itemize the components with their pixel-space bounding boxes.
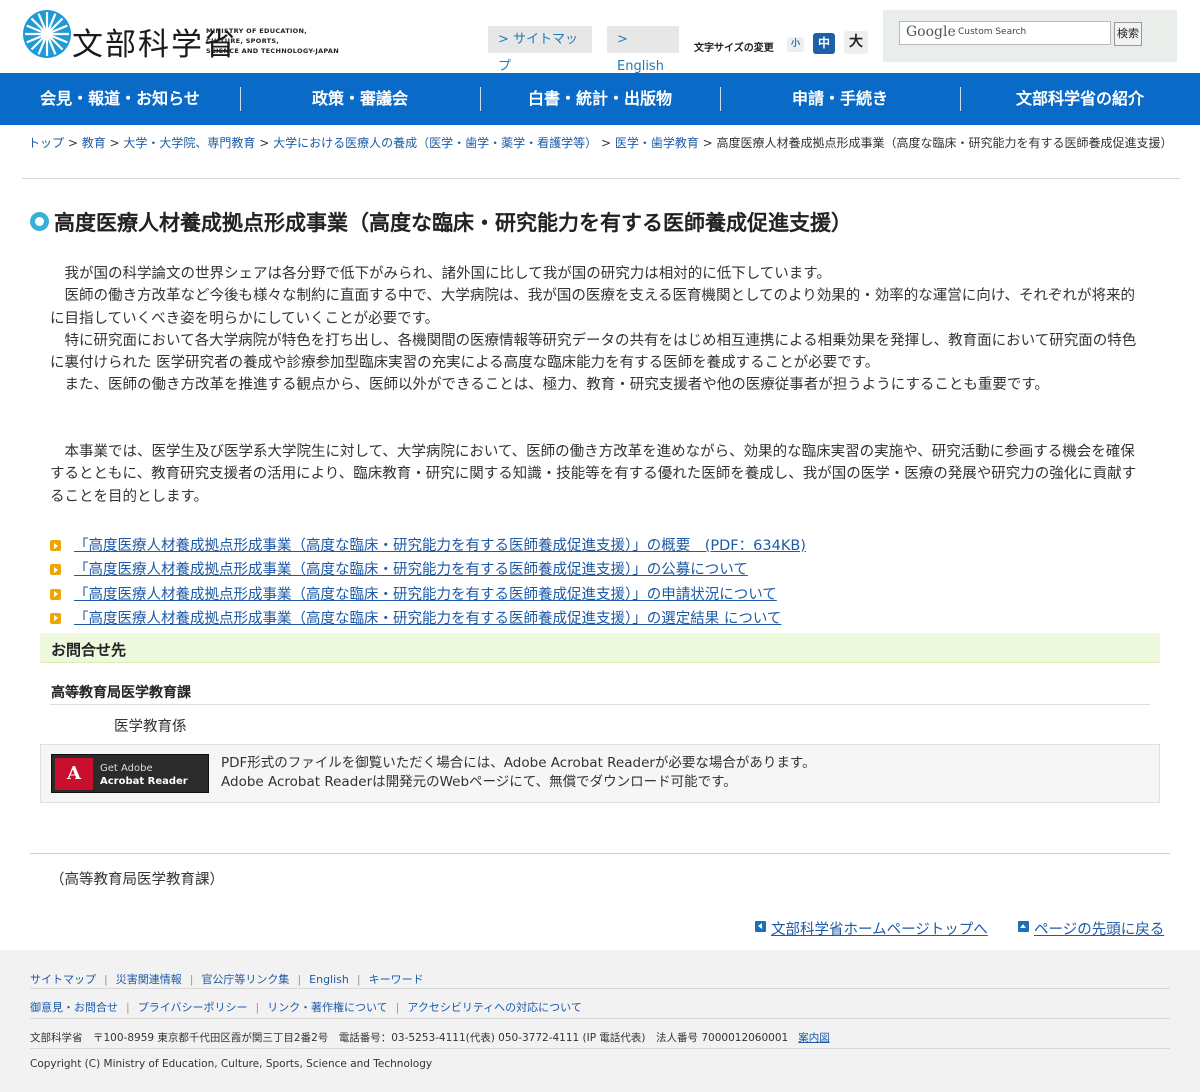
link-arrow-icon <box>50 564 61 576</box>
adobe-acrobat-icon: A <box>55 758 93 790</box>
contact-heading-text: お問合せ先 <box>51 641 127 659</box>
page-title: 高度医療人材養成拠点形成事業（高度な臨床・研究能力を有する医師養成促進支援） <box>54 211 852 235</box>
logo-emblem-icon <box>23 10 71 58</box>
acrobat-badge-line2: Acrobat Reader <box>100 776 188 787</box>
breadcrumb-link-medical-education[interactable]: 医学・歯学教育 <box>615 136 699 150</box>
acrobat-badge-line1: Get Adobe <box>100 763 153 774</box>
footer-link-sitemap[interactable]: サイトマップ <box>30 973 96 986</box>
font-size-small-button[interactable]: 小 <box>787 37 804 52</box>
related-links: 「高度医療人材養成拠点形成事業（高度な臨床・研究能力を有する医師養成促進支援）」… <box>50 533 1150 630</box>
acrobat-notice-line: Adobe Acrobat Readerは開発元のWebページにて、無償でダウン… <box>221 774 737 790</box>
breadcrumb-separator: > <box>597 136 615 150</box>
footer-divider <box>30 1048 1170 1049</box>
list-item: 「高度医療人材養成拠点形成事業（高度な臨床・研究能力を有する医師養成促進支援）」… <box>50 533 1150 557</box>
footer-link-copyright[interactable]: リンク・著作権について <box>267 1001 387 1014</box>
footer-link-map[interactable]: 案内図 <box>798 1032 830 1044</box>
footer-address: 文部科学省 〒100-8959 東京都千代田区霞が関三丁目2番2号 電話番号：0… <box>30 1030 830 1045</box>
link-overview-pdf[interactable]: 「高度医療人材養成拠点形成事業（高度な臨床・研究能力を有する医師養成促進支援）」… <box>74 534 806 555</box>
nav-item-press[interactable]: 会見・報道・お知らせ <box>0 73 240 125</box>
google-logo: Google <box>906 24 956 40</box>
ministry-logo[interactable]: 文部科学省 MINISTRY OF EDUCATION, CULTURE, SP… <box>20 6 340 63</box>
link-arrow-icon <box>50 540 61 551</box>
custom-search-label: Custom Search <box>958 27 1027 37</box>
breadcrumb-separator: > <box>698 136 717 150</box>
page-top-link[interactable]: ページの先頭に戻る <box>1034 918 1164 939</box>
intro-paragraph: 我が国の科学論文の世界シェアは各分野で低下がみられ、諸外国に比して我が国の研究力… <box>50 263 1140 397</box>
list-item: 「高度医療人材養成拠点形成事業（高度な臨床・研究能力を有する医師養成促進支援）」… <box>50 557 1150 581</box>
global-nav: 会見・報道・お知らせ 政策・審議会 白書・統計・出版物 申請・手続き 文部科学省… <box>0 73 1200 125</box>
search-button[interactable]: 検索 <box>1114 22 1142 46</box>
site-search: Google Custom Search 検索 <box>883 10 1177 62</box>
nav-item-about[interactable]: 文部科学省の紹介 <box>960 73 1200 125</box>
list-item: 「高度医療人材養成拠点形成事業（高度な臨床・研究能力を有する医師養成促進支援）」… <box>50 606 1150 630</box>
breadcrumb-link-top[interactable]: トップ <box>28 136 64 150</box>
logo-en-line: CULTURE, SPORTS, <box>206 37 280 45</box>
search-input[interactable]: Google Custom Search <box>899 21 1111 45</box>
nav-item-applications[interactable]: 申請・手続き <box>720 73 960 125</box>
intro-line: 医師の働き方改革など今後も様々な制約に直面する中で、大学病院は、我が国の医療を支… <box>50 288 1136 327</box>
footer-link-keyword[interactable]: キーワード <box>369 973 424 986</box>
footer-link-accessibility[interactable]: アクセシビリティへの対応について <box>407 1001 581 1014</box>
copyright: Copyright (C) Ministry of Education, Cul… <box>30 1058 433 1070</box>
footer-link-gov-links[interactable]: 官公庁等リンク集 <box>201 973 289 986</box>
up-arrow-icon <box>1018 921 1029 932</box>
acrobat-notice: A Get Adobe Acrobat Reader PDF形式のファイルを御覧… <box>40 744 1160 803</box>
nav-item-publications[interactable]: 白書・統計・出版物 <box>480 73 720 125</box>
site-header: 文部科学省 MINISTRY OF EDUCATION, CULTURE, SP… <box>0 0 1200 74</box>
link-arrow-icon <box>50 612 61 624</box>
home-top-link[interactable]: 文部科学省ホームページトップへ <box>771 918 988 939</box>
font-size-large-button[interactable]: 大 <box>844 31 868 54</box>
footer-divider <box>30 988 1170 989</box>
breadcrumb-link-university[interactable]: 大学・大学院、専門教育 <box>123 136 255 150</box>
title-bullet-icon <box>30 212 49 231</box>
contact-divider <box>50 704 1150 705</box>
font-size-label: 文字サイズの変更 <box>694 43 774 54</box>
link-application-status[interactable]: 「高度医療人材養成拠点形成事業（高度な臨床・研究能力を有する医師養成促進支援）」… <box>74 583 777 604</box>
nav-item-policy[interactable]: 政策・審議会 <box>240 73 480 125</box>
intro-line: 特に研究面において各大学病院が特色を打ち出し、各機関間の医療情報等研究データの共… <box>50 332 1137 372</box>
breadcrumb-separator: > <box>105 136 124 150</box>
bureau-note: （高等教育局医学教育課） <box>50 872 224 888</box>
back-arrow-icon <box>755 921 766 932</box>
breadcrumb-link-education[interactable]: 教育 <box>82 136 106 150</box>
english-button[interactable]: > English <box>607 26 679 74</box>
acrobat-notice-line: PDF形式のファイルを御覧いただく場合には、Adobe Acrobat Read… <box>221 755 816 771</box>
breadcrumb-current: 高度医療人材養成拠点形成事業（高度な臨床・研究能力を有する医師養成促進支援） <box>716 136 1173 150</box>
site-footer: サイトマップ | 災害関連情報 | 官公庁等リンク集 | English | キーワード 御意見… <box>0 950 1200 1092</box>
link-selection-results[interactable]: 「高度医療人材養成拠点形成事業（高度な臨床・研究能力を有する医師養成促進支援）」… <box>74 607 781 628</box>
content-divider <box>30 853 1170 854</box>
intro-line: 我が国の科学論文の世界シェアは各分野で低下がみられ、諸外国に比して我が国の研究力… <box>64 266 831 282</box>
purpose-text: 本事業では、医学生及び医学系大学院生に対して、大学病院において、医師の働き方改革… <box>50 444 1137 505</box>
contact-section: 医学教育係 <box>114 719 187 735</box>
purpose-paragraph: 本事業では、医学生及び医学系大学院生に対して、大学病院において、医師の働き方改革… <box>50 441 1140 508</box>
link-arrow-icon <box>50 588 61 600</box>
footer-links-row2: 御意見・お問合せ | プライバシーポリシー | リンク・著作権について | アクセシビリティ… <box>30 1001 582 1014</box>
sitemap-button[interactable]: > サイトマップ <box>488 26 592 74</box>
breadcrumb-separator: > <box>255 136 274 150</box>
footer-link-contact[interactable]: 御意見・お問合せ <box>30 1001 118 1014</box>
breadcrumb-link-medical-training[interactable]: 大学における医療人の養成（医学・歯学・薬学・看護学等） <box>273 136 597 150</box>
list-item: 「高度医療人材養成拠点形成事業（高度な臨床・研究能力を有する医師養成促進支援）」… <box>50 582 1150 606</box>
breadcrumb-separator: > <box>64 136 82 150</box>
footer-link-privacy[interactable]: プライバシーポリシー <box>138 1001 248 1014</box>
address-text: 文部科学省 〒100-8959 東京都千代田区霞が関三丁目2番2号 電話番号：0… <box>30 1032 789 1044</box>
get-acrobat-reader-button[interactable]: A Get Adobe Acrobat Reader <box>51 754 209 793</box>
logo-en-line: SCIENCE AND TECHNOLOGY-JAPAN <box>206 47 339 55</box>
breadcrumb: トップ > 教育 > 大学・大学院、専門教育 > 大学における医療人の養成（医学… <box>28 134 1180 152</box>
contact-heading: お問合せ先 <box>40 633 1160 663</box>
footer-link-disaster[interactable]: 災害関連情報 <box>116 973 182 986</box>
acrobat-notice-text: PDF形式のファイルを御覧いただく場合には、Adobe Acrobat Read… <box>221 754 816 792</box>
logo-en-line: MINISTRY OF EDUCATION, <box>206 27 308 35</box>
intro-line: また、医師の働き方改革を推進する観点から、医師以外ができることは、極力、教育・研… <box>64 377 1049 394</box>
font-size-medium-button[interactable]: 中 <box>813 33 835 54</box>
breadcrumb-divider <box>22 178 1180 179</box>
footer-link-english[interactable]: English <box>309 973 349 986</box>
footer-links-row1: サイトマップ | 災害関連情報 | 官公庁等リンク集 | English | キーワード <box>30 973 424 986</box>
logo-text-en: MINISTRY OF EDUCATION, CULTURE, SPORTS, … <box>206 26 339 56</box>
footer-divider <box>30 1018 1170 1019</box>
contact-department: 高等教育局医学教育課 <box>51 685 191 701</box>
link-public-offering[interactable]: 「高度医療人材養成拠点形成事業（高度な臨床・研究能力を有する医師養成促進支援）」… <box>74 558 748 579</box>
